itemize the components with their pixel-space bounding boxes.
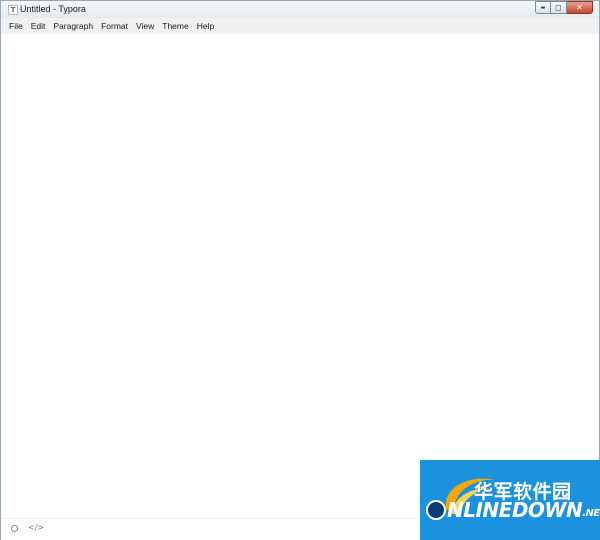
menu-theme[interactable]: Theme	[158, 18, 192, 34]
code-icon[interactable]: </>	[28, 523, 44, 532]
menu-paragraph[interactable]: Paragraph	[49, 18, 97, 34]
watermark-net-suffix: .NET	[582, 508, 600, 519]
minimize-icon: ▬	[540, 4, 546, 11]
window-title: Untitled - Typora	[20, 4, 86, 14]
menu-edit[interactable]: Edit	[27, 18, 50, 34]
watermark-english-text: NLINEDOWN.NET	[426, 498, 600, 522]
typora-app-icon: T	[8, 5, 18, 15]
menu-view[interactable]: View	[132, 18, 158, 34]
close-icon: ✕	[576, 3, 583, 12]
close-button[interactable]: ✕	[567, 1, 593, 14]
maximize-button[interactable]: ◻	[551, 1, 567, 14]
watermark-o-letter	[426, 500, 446, 520]
typora-window: T Untitled - Typora ▬ ◻ ✕ File Edit Para…	[0, 0, 600, 540]
watermark-english-rest: NLINEDOWN	[447, 498, 583, 522]
menu-bar: File Edit Paragraph Format View Theme He…	[1, 18, 599, 34]
menu-help[interactable]: Help	[193, 18, 218, 34]
menu-file[interactable]: File	[5, 18, 27, 34]
circle-outline-icon[interactable]	[11, 525, 18, 532]
title-bar[interactable]: T Untitled - Typora ▬ ◻ ✕	[1, 1, 599, 18]
maximize-icon: ◻	[555, 3, 562, 12]
minimize-button[interactable]: ▬	[535, 1, 551, 14]
menu-format[interactable]: Format	[97, 18, 132, 34]
editor-area[interactable]	[1, 34, 599, 518]
window-controls: ▬ ◻ ✕	[535, 1, 593, 14]
onlinedown-watermark: 华军软件园 NLINEDOWN.NET	[420, 460, 600, 540]
